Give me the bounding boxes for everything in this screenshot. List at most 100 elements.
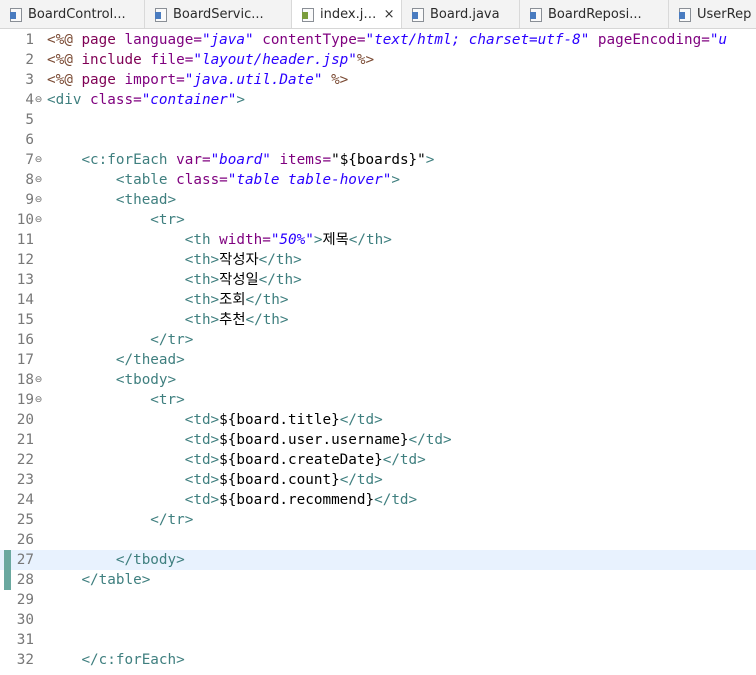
fold-toggle-icon[interactable]: ⊖ <box>33 210 44 230</box>
code-token: page <box>81 32 125 48</box>
code-line[interactable]: 25 </tr> <box>0 510 756 530</box>
code-line[interactable]: 14 <th>조회</th> <box>0 290 756 310</box>
code-line[interactable]: 7 ⊖ <c:forEach var="board" items="${board… <box>0 150 756 170</box>
code-line[interactable]: 24 <td>${board.recommend}</td> <box>0 490 756 510</box>
tab-boardservic[interactable]: BoardServic... <box>145 0 292 28</box>
code-token: </td> <box>382 452 426 468</box>
code-text: <th>추천</th> <box>47 310 289 330</box>
tab-boardcontrol[interactable]: BoardControl... <box>0 0 145 28</box>
tab-board-java[interactable]: Board.java <box>402 0 520 28</box>
code-text: </table> <box>47 570 150 590</box>
code-line[interactable]: 27 </tbody> <box>0 550 756 570</box>
code-line[interactable]: 9 ⊖ <thead> <box>0 190 756 210</box>
code-text: <td>${board.title}</td> <box>47 410 383 430</box>
code-line[interactable]: 1 <%@ page language="java" contentType="t… <box>0 30 756 50</box>
line-number: 19 <box>16 392 34 408</box>
fold-toggle-icon[interactable]: ⊖ <box>33 90 44 110</box>
code-token: "layout/header.jsp" <box>193 52 357 68</box>
code-line[interactable]: 21 <td>${board.user.username}</td> <box>0 430 756 450</box>
code-line[interactable]: 28 </table> <box>0 570 756 590</box>
code-token: "container" <box>141 92 237 108</box>
code-line[interactable]: 10 ⊖ <tr> <box>0 210 756 230</box>
code-token: </tbody> <box>115 552 185 568</box>
code-token: <tr> <box>150 392 185 408</box>
code-line[interactable]: 17 </thead> <box>0 350 756 370</box>
code-token: <th> <box>184 272 220 288</box>
line-number: 10 <box>16 212 34 228</box>
code-token: 추천 <box>219 312 246 328</box>
code-line[interactable]: 12 <th>작성자</th> <box>0 250 756 270</box>
fold-toggle-icon[interactable]: ⊖ <box>33 390 44 410</box>
code-line[interactable]: 8 ⊖ <table class="table table-hover"> <box>0 170 756 190</box>
code-token: import= <box>124 72 185 88</box>
code-line[interactable]: 6 <box>0 130 756 150</box>
code-token: "text/html; charset=utf-8" <box>365 32 598 48</box>
fold-toggle-icon[interactable]: ⊖ <box>33 150 44 170</box>
code-line[interactable]: 2 <%@ include file="layout/header.jsp"%> <box>0 50 756 70</box>
code-token: "java.util.Date" <box>184 72 332 88</box>
code-line[interactable]: 22 <td>${board.createDate}</td> <box>0 450 756 470</box>
code-text: </c:forEach> <box>47 650 185 670</box>
code-line[interactable]: 15 <th>추천</th> <box>0 310 756 330</box>
code-text: </tr> <box>47 510 193 530</box>
code-line[interactable]: 32 </c:forEach> <box>0 650 756 670</box>
code-text: <tr> <box>47 390 185 410</box>
code-token: 제목 <box>322 232 349 248</box>
line-number: 23 <box>16 472 34 488</box>
tab-label: BoardControl... <box>28 7 126 22</box>
code-token: <c:forEach <box>81 152 177 168</box>
code-line[interactable]: 31 <box>0 630 756 650</box>
line-number: 12 <box>16 252 34 268</box>
line-number: 4 <box>25 92 34 108</box>
line-number: 32 <box>16 652 34 668</box>
code-line[interactable]: 4 ⊖ <div class="container"> <box>0 90 756 110</box>
tab-index-jsp[interactable]: index.jsp × <box>292 0 402 28</box>
code-token: pageEncoding= <box>597 32 710 48</box>
line-number: 21 <box>16 432 34 448</box>
code-line[interactable]: 20 <td>${board.title}</td> <box>0 410 756 430</box>
code-line[interactable]: 29 <box>0 590 756 610</box>
code-line[interactable]: 18 ⊖ <tbody> <box>0 370 756 390</box>
fold-toggle-icon[interactable]: ⊖ <box>33 370 44 390</box>
code-line[interactable]: 13 <th>작성일</th> <box>0 270 756 290</box>
line-number: 18 <box>16 372 34 388</box>
tab-boardreposi[interactable]: BoardReposi... <box>520 0 669 28</box>
code-token: "${boards}" <box>331 152 426 168</box>
code-line[interactable]: 16 </tr> <box>0 330 756 350</box>
code-token: "board" <box>210 152 280 168</box>
code-token: <td> <box>184 492 220 508</box>
code-token: <%@ <box>47 72 82 88</box>
java-file-icon <box>155 7 167 22</box>
code-text: <%@ include file="layout/header.jsp"%> <box>47 50 374 70</box>
code-token: </c:forEach> <box>81 652 185 668</box>
line-number: 8 <box>25 172 34 188</box>
tab-userrep[interactable]: UserRep <box>669 0 756 28</box>
code-line[interactable]: 30 <box>0 610 756 630</box>
code-token: </thead> <box>115 352 185 368</box>
code-text: </tr> <box>47 330 193 350</box>
code-text: <thead> <box>47 190 176 210</box>
editor-tab-bar: BoardControl... BoardServic... index.jsp × B… <box>0 0 756 29</box>
code-editor[interactable]: 1 <%@ page language="java" contentType="t… <box>0 30 756 675</box>
code-token: ${board.createDate} <box>219 452 383 468</box>
code-line[interactable]: 26 <box>0 530 756 550</box>
code-token: </table> <box>81 572 151 588</box>
code-line[interactable]: 5 <box>0 110 756 130</box>
line-number: 22 <box>16 452 34 468</box>
close-icon[interactable]: × <box>383 7 395 22</box>
line-number: 1 <box>25 32 34 48</box>
code-token: </tr> <box>150 332 194 348</box>
code-token: width= <box>219 232 271 248</box>
code-token: <thead> <box>115 192 177 208</box>
code-token: <th> <box>184 292 220 308</box>
code-line[interactable]: 19 ⊖ <tr> <box>0 390 756 410</box>
code-line[interactable]: 23 <td>${board.count}</td> <box>0 470 756 490</box>
code-line[interactable]: 11 <th width="50%">제목</th> <box>0 230 756 250</box>
fold-toggle-icon[interactable]: ⊖ <box>33 170 44 190</box>
fold-toggle-icon[interactable]: ⊖ <box>33 190 44 210</box>
code-line[interactable]: 3 <%@ page import="java.util.Date" %> <box>0 70 756 90</box>
